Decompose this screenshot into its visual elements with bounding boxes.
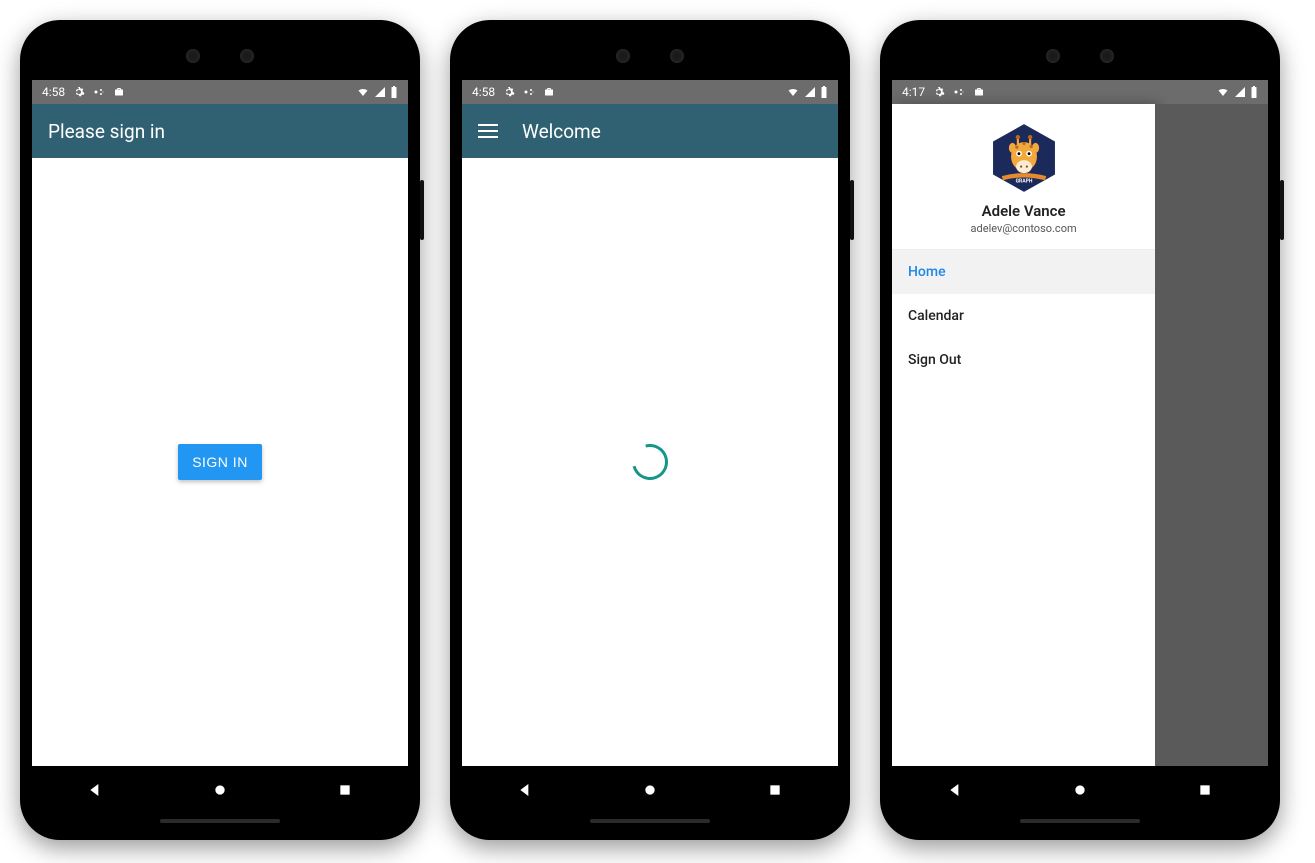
gear-icon [73,86,85,98]
drawer-header: GRAPH Adele Vance adelev@contoso.com [892,104,1155,250]
phone-speaker [892,32,1268,80]
drawer-item-label: Sign Out [908,352,961,368]
nav-home-icon[interactable] [642,782,658,798]
signal-icon [374,86,386,98]
assistant-icon [523,86,535,98]
nav-recent-icon[interactable] [767,782,783,798]
user-name: Adele Vance [892,202,1155,220]
android-nav-bar [32,766,408,814]
loading-spinner-icon [625,437,674,486]
app-bar: Please sign in [32,104,408,158]
status-bar: 4:17 [892,80,1268,104]
sign-in-button[interactable]: SIGN IN [178,444,262,480]
android-nav-bar [462,766,838,814]
nav-recent-icon[interactable] [1197,782,1213,798]
status-bar: 4:58 [462,80,838,104]
gear-icon [503,86,515,98]
app-bar: Welcome [462,104,838,158]
phone-speaker [32,32,408,80]
briefcase-icon [113,86,125,98]
battery-full-icon [1250,86,1258,98]
navigation-drawer: GRAPH Adele Vance adelev@contoso.com Hom… [892,104,1155,766]
signal-icon [1234,86,1246,98]
user-avatar-icon: GRAPH [988,122,1060,194]
drawer-item-signout[interactable]: Sign Out [892,338,1155,382]
content-signin: SIGN IN [32,158,408,766]
wifi-icon [356,86,370,98]
phone-mockup-signin: 4:58 Please sign in SIGN IN [20,20,420,840]
android-nav-bar [892,766,1268,814]
nav-home-icon[interactable] [1072,782,1088,798]
app-bar-title: Please sign in [48,120,165,143]
drawer-item-label: Home [908,264,946,280]
drawer-item-home[interactable]: Home [892,250,1155,294]
avatar-caption: GRAPH [1015,178,1032,184]
wifi-icon [1216,86,1230,98]
user-email: adelev@contoso.com [892,222,1155,235]
briefcase-icon [543,86,555,98]
gear-icon [933,86,945,98]
signal-icon [804,86,816,98]
drawer-item-calendar[interactable]: Calendar [892,294,1155,338]
nav-back-icon[interactable] [947,782,963,798]
status-time: 4:58 [42,85,65,99]
status-bar: 4:58 [32,80,408,104]
assistant-icon [953,86,965,98]
status-time: 4:17 [902,85,925,99]
phone-speaker [462,32,838,80]
drawer-item-label: Calendar [908,308,964,324]
drawer-scrim[interactable] [1155,104,1268,766]
briefcase-icon [973,86,985,98]
wifi-icon [786,86,800,98]
nav-back-icon[interactable] [517,782,533,798]
menu-icon[interactable] [478,124,498,138]
status-time: 4:58 [472,85,495,99]
drawer-overlay: GRAPH Adele Vance adelev@contoso.com Hom… [892,104,1268,766]
phone-mockup-welcome: 4:58 Welcome [450,20,850,840]
battery-full-icon [390,86,398,98]
battery-full-icon [820,86,828,98]
app-bar-title: Welcome [522,120,601,143]
nav-back-icon[interactable] [87,782,103,798]
nav-home-icon[interactable] [212,782,228,798]
phone-mockup-drawer: 4:17 [880,20,1280,840]
content-loading [462,158,838,766]
nav-recent-icon[interactable] [337,782,353,798]
assistant-icon [93,86,105,98]
